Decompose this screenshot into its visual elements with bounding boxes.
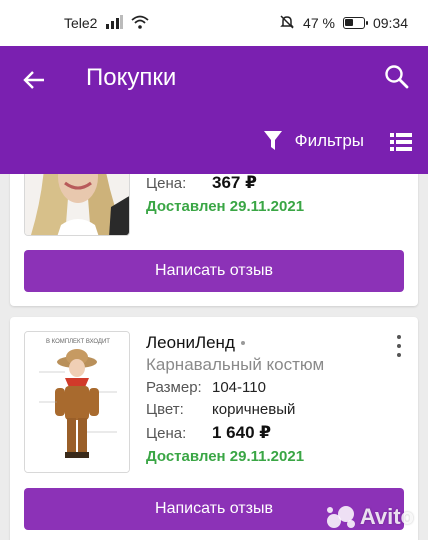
status-bar: Tele2 47 % 09:34 <box>0 0 428 46</box>
search-icon <box>385 65 409 89</box>
color-row: Цвет: коричневый <box>146 401 324 423</box>
carrier-label: Tele2 <box>64 15 98 31</box>
write-review-button[interactable]: Написать отзыв <box>24 250 404 292</box>
color-value: коричневый <box>212 401 296 418</box>
purchases-list[interactable]: Цена: 367 ₽ Доставлен 29.11.2021 Написат… <box>0 174 428 540</box>
price-value: 1 640 ₽ <box>212 423 272 442</box>
size-value: 104-110 <box>212 379 266 396</box>
price-value: 367 ₽ <box>212 174 257 192</box>
watermark-text: Avito <box>359 504 414 529</box>
brand-name[interactable]: ЛеониЛенд <box>146 333 235 353</box>
back-button[interactable] <box>18 64 50 96</box>
status-right: 47 % 09:34 <box>279 14 408 33</box>
page-title: Покупки <box>86 64 177 91</box>
delivery-status: Доставлен 29.11.2021 <box>146 198 305 215</box>
size-label: Размер: <box>146 379 202 396</box>
filter-icon <box>263 131 282 150</box>
color-label: Цвет: <box>146 401 184 418</box>
product-image[interactable] <box>24 174 130 236</box>
more-options-button[interactable] <box>394 335 404 357</box>
search-button[interactable] <box>384 64 412 92</box>
purchase-info: ЛеониЛенд Карнавальный костюм Размер: 10… <box>146 331 324 465</box>
size-row: Размер: 104-110 <box>146 379 324 401</box>
status-left: Tele2 <box>64 14 150 32</box>
wifi-icon <box>131 15 150 32</box>
screen: Tele2 47 % 09:34 Покупки Фильтры Цена: 3… <box>0 0 428 540</box>
list-view-button[interactable] <box>390 132 412 152</box>
price-row: Цена: 1 640 ₽ <box>146 423 324 445</box>
avito-watermark: Avito <box>326 504 414 530</box>
purchase-card: Цена: 367 ₽ Доставлен 29.11.2021 Написат… <box>10 174 418 306</box>
product-image[interactable]: В КОМПЛЕКТ ВХОДИТ <box>24 331 130 473</box>
app-bar: Покупки Фильтры <box>0 46 428 174</box>
mute-icon <box>279 14 295 33</box>
brand-row: ЛеониЛенд <box>146 331 324 355</box>
filters-label: Фильтры <box>294 131 364 150</box>
product-photo-icon: В КОМПЛЕКТ ВХОДИТ <box>25 332 129 472</box>
product-name: Карнавальный костюм <box>146 355 325 374</box>
price-label: Цена: <box>146 425 187 442</box>
list-icon <box>390 133 412 151</box>
avito-logo-icon <box>326 506 355 528</box>
clock: 09:34 <box>372 15 408 31</box>
image-caption: В КОМПЛЕКТ ВХОДИТ <box>46 339 110 345</box>
purchase-info: Цена: 367 ₽ Доставлен 29.11.2021 <box>146 174 304 215</box>
brand-separator <box>240 341 245 345</box>
price-label: Цена: <box>146 175 187 192</box>
product-photo-icon <box>25 174 129 235</box>
battery-icon <box>342 17 368 29</box>
filters-button[interactable]: Фильтры <box>263 130 364 152</box>
price-row: Цена: 367 ₽ <box>146 174 304 195</box>
more-vert-icon <box>397 335 401 339</box>
signal-icon <box>105 14 124 32</box>
arrow-left-icon <box>23 71 44 89</box>
delivery-status: Доставлен 29.11.2021 <box>146 448 305 465</box>
battery-percent: 47 % <box>303 15 335 31</box>
